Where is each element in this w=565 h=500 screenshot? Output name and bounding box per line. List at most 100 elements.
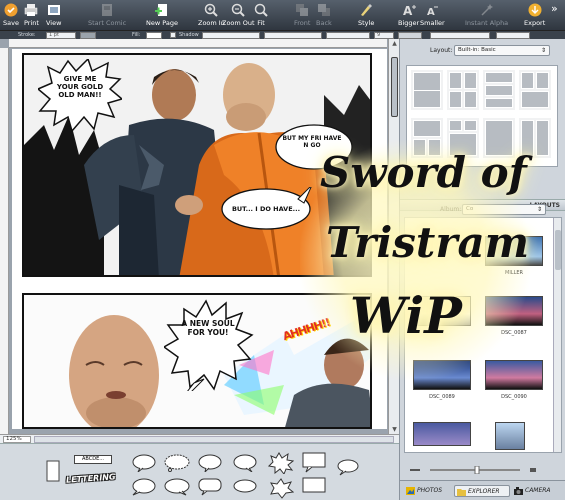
style-button[interactable]: Style [358,0,374,30]
zoom-out-button[interactable]: Zoom Out [222,0,255,30]
flat-balloon-item[interactable] [233,478,257,496]
back-button[interactable]: Back [316,0,332,30]
smaller-label: Smaller [420,19,445,27]
balloon-4-text[interactable]: A NEW SOUL FOR YOU! [180,319,236,337]
start-comic-button[interactable]: Start Comic [88,0,126,30]
rounded-balloon-item[interactable] [198,478,222,496]
scream-balloon-item[interactable] [268,477,294,499]
magic-wand-icon [481,4,493,16]
panel-shape-item[interactable] [46,460,60,482]
tab-camera[interactable]: CAMERA [512,485,562,497]
layout-thumb[interactable] [411,70,443,110]
view-button[interactable]: View [46,0,61,30]
start-comic-icon [102,4,113,16]
shadow-style-select[interactable] [202,32,260,39]
style-icon [361,4,373,16]
bigger-button[interactable]: A Bigger [398,0,419,30]
zoom-in-button[interactable]: Zoom In [198,0,225,30]
photo-scrollbar[interactable] [553,218,561,452]
rect-balloon-item[interactable] [302,452,326,474]
print-label: Print [24,19,39,27]
speech-balloon-left-item[interactable] [132,478,156,496]
speech-balloon-item[interactable] [132,454,156,472]
stroke-width-select[interactable]: 1 pt [46,32,76,39]
fit-button[interactable]: Fit [254,0,268,30]
small-balloon-item[interactable] [336,458,360,476]
stroke-color-well[interactable] [80,32,96,39]
layout-select[interactable]: Built-in: Basic ⇕ [454,45,550,56]
text-smaller-icon: A [427,6,439,17]
layout-label: Layout: [430,47,453,54]
photo-thumb[interactable] [485,296,543,326]
smaller-button[interactable]: A Smaller [420,0,445,30]
export-button[interactable]: Export [524,0,545,30]
fit-label: Fit [257,19,265,27]
front-label: Front [294,19,311,27]
dropdown-arrows-icon: ⇕ [536,206,542,213]
text-color-well[interactable] [398,32,422,39]
text-align-control[interactable] [430,32,490,39]
send-back-icon [317,4,330,16]
photos-icon [406,487,415,495]
caption-item[interactable]: ABCDE... [74,455,112,464]
tab-photos-label: PHOTOS [417,487,443,494]
thought-balloon-item[interactable] [164,454,190,472]
shadow-checkbox[interactable] [170,32,176,38]
print-button[interactable]: Print [24,0,39,30]
fill-label: Fill: [132,32,141,38]
font-select[interactable] [264,32,322,39]
export-label: Export [524,19,546,27]
photo-caption: DSC_0089 [429,394,455,400]
font-size-field[interactable]: 9 [374,32,394,39]
front-button[interactable]: Front [294,0,310,30]
bigger-label: Bigger [398,19,420,27]
toolbar-overflow-button[interactable]: » [551,2,558,15]
zoom-in-icon [205,3,219,17]
stroke-label: Stroke: [18,32,36,38]
instant-alpha-button[interactable]: Instant Alpha [465,0,508,30]
photo-scroll-thumb[interactable] [555,230,561,270]
font-style-select[interactable] [326,32,370,39]
layout-thumb[interactable] [519,70,551,110]
canvas-horizontal-scrollbar[interactable] [34,436,394,443]
box-balloon-item[interactable] [302,477,326,499]
dropdown-arrows-icon: ⇕ [540,47,546,54]
comic-panel-bottom[interactable]: AHHHH!! A NEW SOUL FOR YOU! [22,293,372,429]
lettering-palette: ABCDE... LETTERING [0,443,399,500]
layout-thumb[interactable] [483,70,515,110]
balloon-2-text[interactable]: BUT MY FRI HAVE N GO [280,135,344,149]
view-icon [47,5,60,15]
balloon-3-text[interactable]: BUT... I DO HAVE... [226,205,306,213]
text-bigger-icon: A [403,4,416,17]
tab-photos[interactable]: PHOTOS [404,485,452,497]
zoom-in-label: Zoom In [198,19,225,27]
balloon-1-text[interactable]: GIVE ME YOUR GOLD OLD MAN!! [54,75,106,99]
thumbnail-size-slider[interactable] [410,459,550,475]
whisper-balloon-item[interactable] [164,478,190,496]
double-balloon-item[interactable] [198,454,222,472]
new-page-button[interactable]: New Page [146,0,178,30]
layout-thumb[interactable] [447,70,479,110]
tab-explorer[interactable]: EXPLORER [454,485,510,497]
burst-balloon-item[interactable] [268,452,294,474]
instant-alpha-label: Instant Alpha [465,19,509,27]
lettering-item[interactable]: LETTERING [66,472,116,484]
photo-thumb[interactable] [413,360,471,390]
text-case-control[interactable] [496,32,530,39]
fit-icon [254,3,268,17]
canvas-scroll-thumb[interactable] [391,57,398,117]
photo-thumb[interactable] [495,422,525,450]
shadow-label: Shadow [179,32,199,38]
fill-color-well[interactable] [146,32,162,39]
photo-thumb[interactable] [413,422,471,446]
photo-thumb[interactable] [485,360,543,390]
save-button[interactable]: Save [3,0,19,30]
album-select[interactable]: Co ⇕ [462,204,546,215]
layout-select-value: Built-in: Basic [458,47,496,53]
oval-balloon-item[interactable] [233,454,257,472]
zoom-field[interactable]: 125% [3,436,31,443]
tab-camera-label: CAMERA [525,487,551,494]
sidebar-tabs: PHOTOS EXPLORER CAMERA [400,480,565,500]
svg-text:A: A [403,4,413,17]
style-label: Style [358,19,375,27]
